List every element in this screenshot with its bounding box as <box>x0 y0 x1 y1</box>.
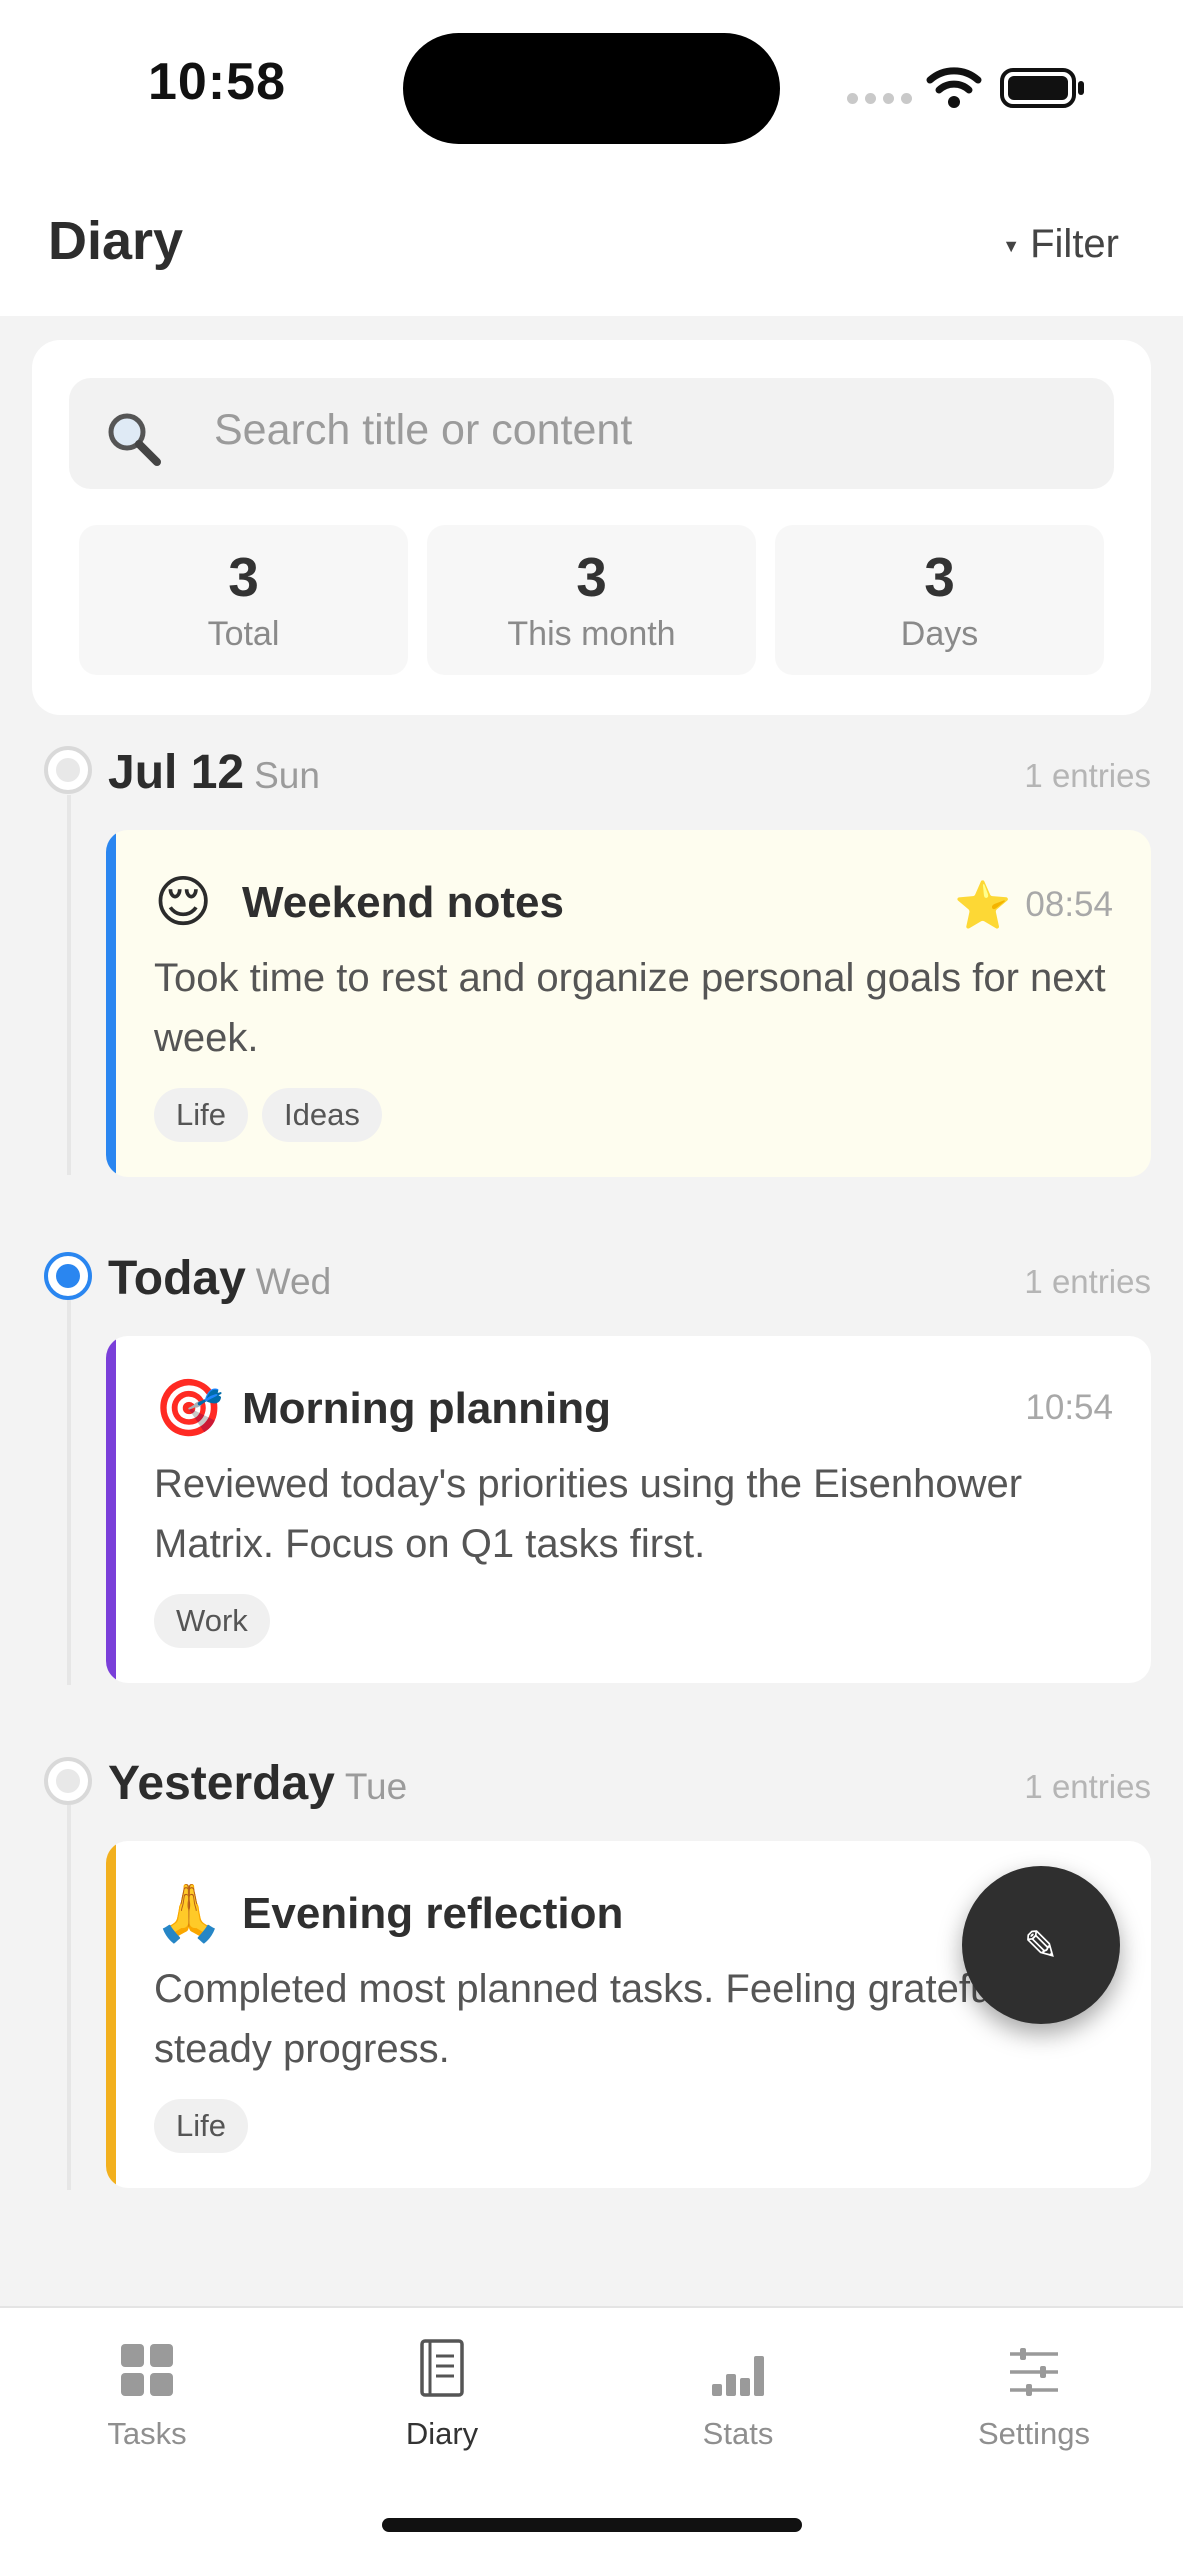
entry-meta: ⭐ 08:54 <box>954 882 1113 928</box>
entry-title: Evening reflection <box>242 1889 624 1938</box>
sliders-icon <box>904 2328 1164 2398</box>
search-input[interactable]: Search title or content <box>69 378 1114 489</box>
tab-diary[interactable]: Diary <box>312 2328 572 2452</box>
notebook-icon <box>312 2328 572 2398</box>
weekday-label: Wed <box>255 1261 332 1302</box>
tag-chip[interactable]: Work <box>154 1594 270 1648</box>
stat-this-month: 3 This month <box>427 525 756 675</box>
entry-meta: 10:54 <box>1025 1388 1113 1428</box>
diary-entry-card[interactable]: 😌 Weekend notes ⭐ 08:54 Took time to res… <box>106 830 1151 1177</box>
stat-days: 3 Days <box>775 525 1104 675</box>
entry-accent-bar <box>106 1841 116 2188</box>
folded-hands-emoji: 🙏 <box>154 1881 224 1944</box>
summary-card: Search title or content 3 Total 3 This m… <box>32 340 1151 715</box>
timeline-rail <box>67 795 71 1175</box>
entry-title: Weekend notes <box>242 878 564 927</box>
entry-accent-bar <box>106 1336 116 1683</box>
stat-label: Days <box>900 615 979 653</box>
entry-title: Morning planning <box>242 1384 612 1433</box>
stat-label: This month <box>507 615 676 653</box>
stat-value: 3 <box>576 546 607 608</box>
tab-stats[interactable]: Stats <box>608 2328 868 2452</box>
date-label: Yesterday <box>108 1757 335 1810</box>
new-entry-button[interactable]: ✎ <box>962 1866 1120 2024</box>
entry-body: Reviewed today's priorities using the Ei… <box>154 1462 1023 1566</box>
entry-tags: Life Ideas <box>154 1088 382 1142</box>
battery-icon <box>1000 68 1084 108</box>
entry-time: 10:54 <box>1025 1388 1113 1427</box>
timeline-rail <box>67 1300 71 1685</box>
filter-label: Filter <box>1030 222 1119 266</box>
diary-entry-card[interactable]: 🎯 Morning planning 10:54 Reviewed today'… <box>106 1336 1151 1683</box>
cellular-signal-icon <box>847 93 912 104</box>
top-bar: 10:58 Diary ▼ Filter <box>0 0 1183 316</box>
caret-down-icon: ▼ <box>1002 236 1021 256</box>
tag-chip[interactable]: Ideas <box>261 1088 382 1142</box>
stat-value: 3 <box>228 546 259 608</box>
entry-tags: Work <box>154 1594 270 1648</box>
target-emoji: 🎯 <box>154 1376 224 1439</box>
tab-label: Settings <box>977 2416 1090 2451</box>
stat-value: 3 <box>924 546 955 608</box>
bar-chart-icon <box>608 2328 868 2398</box>
entry-accent-bar <box>106 830 116 1177</box>
timeline-dot-active <box>44 1252 92 1300</box>
relieved-face-emoji: 😌 <box>154 870 213 933</box>
status-time: 10:58 <box>148 53 286 111</box>
date-header: Today Wed 1 entries <box>108 1251 1151 1311</box>
entry-time: 08:54 <box>1025 885 1113 924</box>
entries-count: 1 entries <box>1024 1768 1151 1805</box>
star-icon[interactable]: ⭐ <box>954 882 1011 928</box>
weekday-label: Sun <box>254 755 320 796</box>
entry-tags: Life <box>154 2099 248 2153</box>
page-title: Diary <box>48 211 184 271</box>
timeline-dot <box>44 746 92 794</box>
tab-settings[interactable]: Settings <box>904 2328 1164 2452</box>
weekday-label: Tue <box>344 1766 408 1807</box>
dynamic-island <box>403 33 780 144</box>
timeline-rail <box>67 1805 71 2190</box>
tab-label: Diary <box>405 2416 479 2451</box>
tag-chip[interactable]: Life <box>154 1088 248 1142</box>
filter-button[interactable]: ▼ Filter <box>1002 222 1119 267</box>
tab-label: Tasks <box>107 2416 187 2451</box>
home-indicator[interactable] <box>382 2518 802 2532</box>
tag-chip[interactable]: Life <box>154 2099 248 2153</box>
search-placeholder: Search title or content <box>214 406 633 454</box>
search-icon <box>108 413 161 466</box>
entries-count: 1 entries <box>1024 1263 1151 1300</box>
entries-count: 1 entries <box>1024 757 1151 794</box>
date-label: Jul 12 <box>108 746 245 799</box>
timeline-dot <box>44 1757 92 1805</box>
entry-body: Took time to rest and organize personal … <box>154 956 1106 1060</box>
grid-icon <box>17 2328 277 2398</box>
wifi-icon <box>926 67 982 108</box>
date-header: Jul 12 Sun 1 entries <box>108 745 1151 805</box>
stat-total: 3 Total <box>79 525 408 675</box>
date-label: Today <box>108 1252 246 1305</box>
pencil-icon: ✎ <box>1023 1921 1059 1969</box>
stat-label: Total <box>207 615 280 653</box>
diary-screen: 10:58 Diary ▼ Filter Search title or con… <box>0 0 1183 2560</box>
date-header: Yesterday Tue 1 entries <box>108 1756 1151 1816</box>
tab-label: Stats <box>702 2416 774 2451</box>
tab-tasks[interactable]: Tasks <box>17 2328 277 2452</box>
